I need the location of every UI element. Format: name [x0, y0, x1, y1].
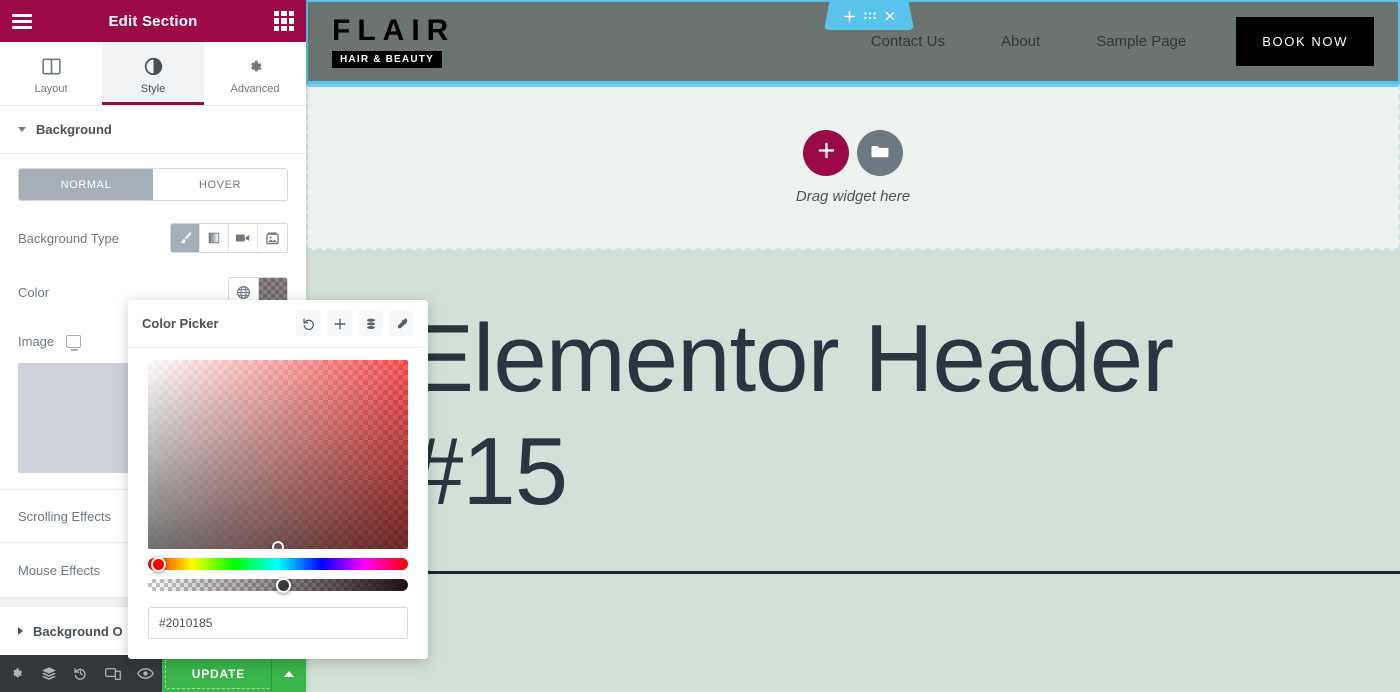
site-header: FLAIR HAIR & BEAUTY Contact Us About Sam… — [306, 0, 1400, 84]
add-new-element-button[interactable] — [803, 130, 849, 176]
drag-handle-dots-icon[interactable] — [863, 11, 876, 21]
state-tab-normal[interactable]: NORMAL — [19, 169, 153, 200]
tab-layout-label: Layout — [34, 82, 68, 95]
section-background-label: Background — [36, 122, 112, 137]
reset-undo-icon[interactable] — [296, 311, 321, 336]
elementor-editor-screen: FLAIR HAIR & BEAUTY Contact Us About Sam… — [0, 0, 1400, 692]
hue-slider-handle[interactable] — [150, 556, 166, 572]
site-navigation: Contact Us About Sample Page BOOK NOW — [843, 17, 1398, 66]
state-tab-hover[interactable]: HOVER — [153, 169, 287, 200]
drag-widget-hint: Drag widget here — [795, 188, 911, 205]
logo-wordmark: FLAIR — [332, 13, 456, 47]
hamburger-icon[interactable] — [12, 13, 32, 29]
update-button-group: UPDATE — [161, 655, 306, 692]
tab-style-label: Style — [140, 82, 166, 95]
nav-item-sample-page[interactable]: Sample Page — [1068, 33, 1214, 50]
site-logo[interactable]: FLAIR HAIR & BEAUTY — [332, 13, 456, 68]
chevron-right-icon — [18, 627, 23, 635]
chevron-down-icon — [18, 127, 26, 132]
navigator-layers-icon[interactable] — [32, 655, 64, 692]
color-picker-popover: Color Picker — [128, 300, 428, 659]
hero-heading: Elementor Header #15 — [410, 302, 1400, 529]
empty-section-dropzone[interactable]: Drag widget here — [306, 84, 1400, 250]
history-clock-icon[interactable] — [65, 655, 97, 692]
nav-item-contact-us[interactable]: Contact Us — [843, 33, 973, 50]
plus-icon — [817, 141, 836, 165]
caret-up-icon — [284, 670, 294, 677]
color-picker-tools — [296, 311, 414, 336]
book-now-button[interactable]: BOOK NOW — [1236, 17, 1374, 66]
tab-advanced-label: Advanced — [230, 82, 280, 95]
update-button[interactable]: UPDATE — [164, 658, 271, 689]
saturation-pointer[interactable] — [272, 541, 284, 549]
hero-section[interactable]: Elementor Header #15 — [306, 250, 1400, 692]
background-type-options — [170, 223, 288, 253]
hero-divider — [410, 570, 1400, 574]
swatches-stack-icon[interactable] — [358, 311, 383, 336]
background-image-label: Image — [18, 333, 55, 349]
section-background-header[interactable]: Background — [0, 106, 306, 154]
gradient-icon[interactable] — [200, 224, 229, 252]
section-toolbar — [824, 2, 914, 30]
background-type-row: Background Type — [0, 211, 306, 265]
half-circle-contrast-icon — [144, 57, 163, 77]
panel-tabs: Layout Style Advanced — [0, 42, 306, 106]
settings-gear-icon[interactable] — [0, 655, 32, 692]
tab-layout[interactable]: Layout — [0, 42, 102, 105]
add-template-button[interactable] — [857, 130, 903, 176]
folder-template-icon — [870, 143, 890, 164]
eyedropper-icon[interactable] — [389, 311, 414, 336]
editor-footer-bar: UPDATE — [0, 655, 306, 692]
alpha-slider[interactable] — [148, 577, 408, 593]
plus-icon[interactable] — [843, 10, 855, 22]
preview-canvas: FLAIR HAIR & BEAUTY Contact Us About Sam… — [306, 0, 1400, 692]
gear-icon — [246, 57, 264, 77]
background-type-label: Background Type — [18, 230, 119, 246]
hero-heading-line-1: Elementor Header — [410, 305, 1174, 412]
section-background-overlay-label: Background O — [33, 623, 123, 639]
background-color-label: Color — [18, 284, 50, 300]
plus-add-icon[interactable] — [327, 311, 352, 336]
preview-eye-icon[interactable] — [129, 655, 161, 692]
saturation-value-area[interactable] — [148, 360, 408, 549]
hue-slider[interactable] — [148, 556, 408, 572]
close-x-icon[interactable] — [885, 11, 895, 21]
monitor-icon[interactable] — [66, 334, 82, 351]
logo-tagline: HAIR & BEAUTY — [332, 50, 442, 68]
color-picker-title: Color Picker — [142, 316, 219, 331]
add-widget-controls — [803, 130, 903, 176]
background-state-tabs: NORMAL HOVER — [18, 168, 288, 201]
paint-brush-icon[interactable] — [171, 224, 200, 252]
panel-header: Edit Section — [0, 0, 306, 42]
slideshow-image-icon[interactable] — [258, 224, 287, 252]
grid-widgets-icon[interactable] — [273, 11, 294, 31]
panel-title: Edit Section — [108, 12, 198, 30]
layout-columns-icon — [41, 57, 61, 77]
hero-heading-line-2: #15 — [410, 418, 568, 526]
tab-advanced[interactable]: Advanced — [204, 42, 306, 105]
update-options-button[interactable] — [271, 655, 306, 692]
color-picker-header: Color Picker — [128, 300, 428, 348]
responsive-mode-icon[interactable] — [97, 655, 129, 692]
hex-color-input[interactable] — [148, 607, 408, 639]
alpha-slider-handle[interactable] — [275, 577, 291, 593]
nav-item-about[interactable]: About — [973, 33, 1068, 50]
video-camera-icon[interactable] — [229, 224, 258, 252]
tab-style[interactable]: Style — [102, 42, 204, 105]
hex-input-wrapper — [148, 607, 408, 639]
